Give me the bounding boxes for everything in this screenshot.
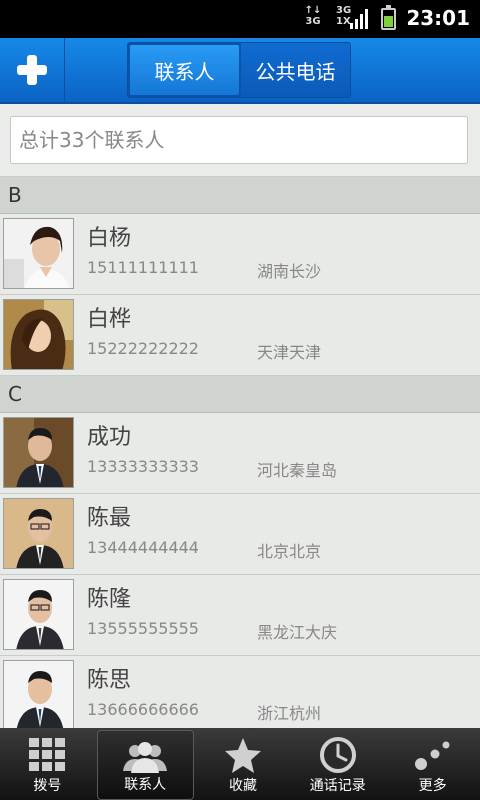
contact-phone: 13555555555 bbox=[87, 619, 199, 638]
avatar bbox=[3, 660, 74, 728]
data-network-indicator: ↑↓ 3G bbox=[304, 5, 322, 27]
contact-location: 湖南长沙 bbox=[257, 262, 322, 281]
clock-time: 23:01 bbox=[406, 6, 470, 30]
contact-location: 天津天津 bbox=[257, 343, 322, 362]
search-input[interactable]: 总计33个联系人 bbox=[10, 116, 468, 164]
section-header-c: C bbox=[0, 376, 480, 413]
avatar bbox=[3, 299, 74, 370]
contact-row[interactable]: 成功 13333333333 河北秦皇岛 bbox=[0, 413, 480, 494]
contact-row[interactable]: 陈思 13666666666 浙江杭州 bbox=[0, 656, 480, 728]
avatar bbox=[3, 417, 74, 488]
tab-dialpad[interactable]: 拨号 bbox=[0, 728, 95, 800]
network-type-indicator: 3G 1X bbox=[336, 5, 352, 27]
contact-phone: 13666666666 bbox=[87, 700, 199, 719]
tab-label: 通话记录 bbox=[309, 778, 366, 794]
contact-name: 成功 bbox=[87, 425, 132, 450]
contact-phone: 13333333333 bbox=[87, 457, 199, 476]
contacts-segmented-control: 联系人 公共电话 bbox=[127, 42, 351, 98]
tab-contacts[interactable]: 联系人 bbox=[130, 45, 239, 95]
contact-location: 浙江杭州 bbox=[257, 704, 322, 723]
contact-row[interactable]: 白杨 15111111111 湖南长沙 bbox=[0, 214, 480, 295]
tab-label: 联系人 bbox=[124, 777, 167, 793]
tab-public-phones[interactable]: 公共电话 bbox=[241, 43, 350, 97]
contact-row[interactable]: 陈隆 13555555555 黑龙江大庆 bbox=[0, 575, 480, 656]
search-bar: 总计33个联系人 bbox=[0, 104, 480, 177]
tab-label: 拨号 bbox=[33, 778, 62, 794]
clock-icon bbox=[319, 737, 356, 773]
dialpad-icon bbox=[29, 738, 66, 771]
plus-icon bbox=[17, 55, 47, 85]
bottom-tab-bar: 拨号 联系人 收藏 通话记录 更多 bbox=[0, 728, 480, 800]
section-header-b: B bbox=[0, 177, 480, 214]
contact-name: 白杨 bbox=[87, 226, 132, 251]
contact-phone: 15222222222 bbox=[87, 339, 199, 358]
contact-location: 北京北京 bbox=[257, 542, 322, 561]
contacts-icon bbox=[123, 742, 168, 773]
tab-more[interactable]: 更多 bbox=[385, 728, 480, 800]
status-bar: ↑↓ 3G 3G 1X 23:01 bbox=[0, 0, 480, 38]
contact-row[interactable]: 白桦 15222222222 天津天津 bbox=[0, 295, 480, 376]
tab-contacts-bottom[interactable]: 联系人 bbox=[96, 730, 194, 800]
tab-favorites[interactable]: 收藏 bbox=[196, 728, 291, 800]
app-header: 联系人 公共电话 bbox=[0, 38, 480, 104]
contact-location: 河北秦皇岛 bbox=[257, 461, 338, 480]
more-dots-icon bbox=[414, 741, 450, 770]
tab-label: 更多 bbox=[418, 778, 447, 794]
battery-icon bbox=[381, 5, 396, 30]
contact-phone: 13444444444 bbox=[87, 538, 199, 557]
contact-name: 陈思 bbox=[87, 668, 132, 693]
contact-name: 陈最 bbox=[87, 506, 132, 531]
tab-label: 收藏 bbox=[228, 778, 257, 794]
contact-list[interactable]: B 白杨 15111111111 湖南长沙 白桦 15222222222 天津天… bbox=[0, 177, 480, 728]
contact-name: 陈隆 bbox=[87, 587, 132, 612]
contact-name: 白桦 bbox=[87, 307, 132, 332]
signal-strength-icon bbox=[350, 7, 368, 29]
star-icon bbox=[224, 738, 261, 773]
avatar bbox=[3, 498, 74, 569]
contact-location: 黑龙江大庆 bbox=[257, 623, 338, 642]
contact-phone: 15111111111 bbox=[87, 258, 199, 277]
contact-row[interactable]: 陈最 13444444444 北京北京 bbox=[0, 494, 480, 575]
avatar bbox=[3, 218, 74, 289]
avatar bbox=[3, 579, 74, 650]
add-contact-button[interactable] bbox=[0, 38, 65, 102]
tab-call-log[interactable]: 通话记录 bbox=[290, 728, 385, 800]
